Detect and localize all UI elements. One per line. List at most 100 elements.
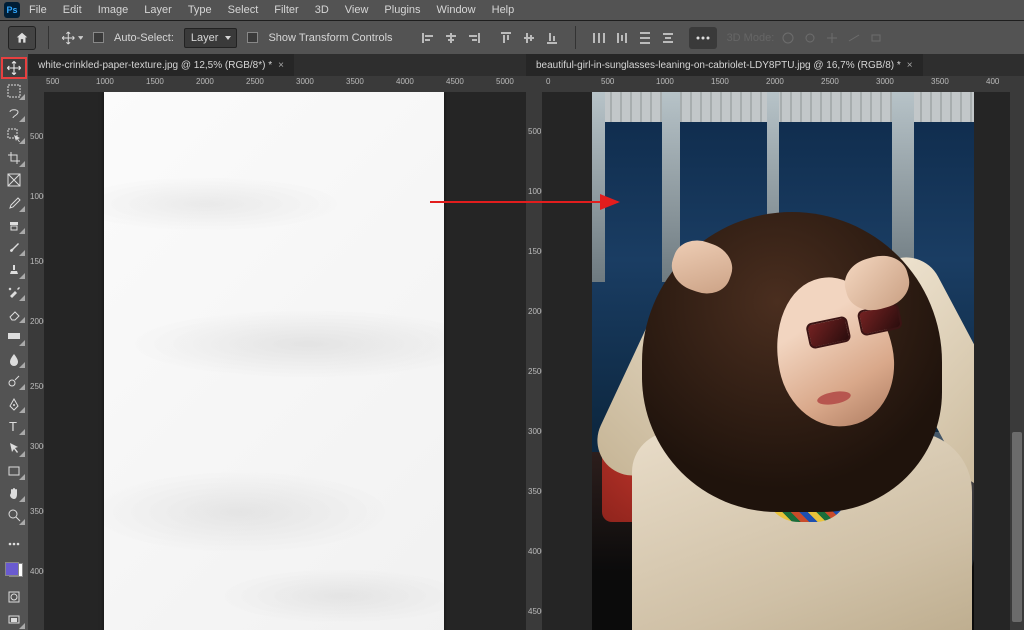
home-button[interactable] (8, 26, 36, 50)
canvas-right[interactable] (542, 92, 1010, 630)
menu-plugins[interactable]: Plugins (377, 2, 427, 18)
portrait-photo-image (592, 92, 974, 630)
auto-select-label: Auto-Select: (114, 32, 174, 44)
ruler-vertical-right[interactable]: 500 1000 1500 2000 2500 3000 3500 4000 4… (526, 92, 542, 630)
3d-slide-icon[interactable] (846, 30, 862, 46)
auto-select-target-select[interactable]: Layer (184, 28, 238, 48)
blur-tool[interactable] (2, 349, 26, 369)
ruler-horizontal-left[interactable]: 500 1000 1500 2000 2500 3000 3500 4000 4… (28, 76, 526, 92)
menu-layer[interactable]: Layer (137, 2, 179, 18)
spot-healing-brush-tool[interactable] (2, 215, 26, 235)
clone-stamp-tool[interactable] (2, 259, 26, 279)
3d-pan-icon[interactable] (824, 30, 840, 46)
align-horizontal-centers-icon[interactable] (440, 27, 462, 49)
dodge-tool[interactable] (2, 371, 26, 391)
horizontal-type-tool[interactable]: T (2, 416, 26, 436)
menu-filter[interactable]: Filter (267, 2, 305, 18)
ruler-vertical-left[interactable]: 500 1000 1500 2000 2500 3000 3500 4000 (28, 92, 44, 630)
close-tab-icon[interactable]: × (907, 60, 913, 71)
more-options-button[interactable] (689, 27, 717, 49)
hand-tool[interactable] (2, 483, 26, 503)
eraser-tool[interactable] (2, 304, 26, 324)
history-brush-tool[interactable] (2, 282, 26, 302)
align-bottom-edges-icon[interactable] (541, 27, 563, 49)
ruler-tick: 3000 (296, 77, 314, 86)
3d-roll-icon[interactable] (802, 30, 818, 46)
menu-image[interactable]: Image (91, 2, 136, 18)
3d-orbit-icon[interactable] (780, 30, 796, 46)
ruler-tick: 1500 (711, 77, 729, 86)
options-bar: Auto-Select: Layer Show Transform Contro… (0, 20, 1024, 54)
menu-select[interactable]: Select (221, 2, 266, 18)
ruler-tick: 2500 (821, 77, 839, 86)
distribute-vertical-centers-icon[interactable] (657, 27, 679, 49)
eyedropper-tool[interactable] (2, 192, 26, 212)
paper-texture-image (104, 92, 444, 630)
align-left-edges-icon[interactable] (417, 27, 439, 49)
menu-type[interactable]: Type (181, 2, 219, 18)
document-tab-left-title: white-crinkled-paper-texture.jpg @ 12,5%… (38, 60, 272, 71)
close-tab-icon[interactable]: × (278, 60, 284, 71)
auto-select-target-value: Layer (191, 32, 219, 44)
ruler-tick: 3500 (931, 77, 949, 86)
ruler-tick: 3000 (876, 77, 894, 86)
pen-tool[interactable] (2, 393, 26, 413)
align-top-edges-icon[interactable] (495, 27, 517, 49)
align-vertical-centers-icon[interactable] (518, 27, 540, 49)
distribute-horizontal-centers-icon[interactable] (611, 27, 633, 49)
ruler-tick: 1500 (146, 77, 164, 86)
align-right-edges-icon[interactable] (463, 27, 485, 49)
3d-zoom-icon[interactable] (868, 30, 884, 46)
quick-mask-toggle[interactable] (2, 587, 26, 607)
path-selection-tool[interactable] (2, 438, 26, 458)
menu-window[interactable]: Window (430, 2, 483, 18)
ruler-horizontal-right[interactable]: 0 500 1000 1500 2000 2500 3000 3500 400 (526, 76, 1024, 92)
document-tab-right[interactable]: beautiful-girl-in-sunglasses-leaning-on-… (526, 54, 923, 76)
document-tab-left[interactable]: white-crinkled-paper-texture.jpg @ 12,5%… (28, 54, 294, 76)
menu-view[interactable]: View (338, 2, 376, 18)
frame-tool[interactable] (2, 170, 26, 190)
ruler-tick: 1000 (656, 77, 674, 86)
document-tabbar-right: beautiful-girl-in-sunglasses-leaning-on-… (526, 54, 1024, 76)
scrollbar-vertical-right[interactable] (1010, 92, 1024, 630)
distribute-vertical-icon[interactable] (634, 27, 656, 49)
document-tab-right-title: beautiful-girl-in-sunglasses-leaning-on-… (536, 60, 901, 71)
rectangular-marquee-tool[interactable] (2, 80, 26, 100)
gradient-tool[interactable] (2, 326, 26, 346)
document-tabbar-left: white-crinkled-paper-texture.jpg @ 12,5%… (28, 54, 526, 76)
foreground-color-swatch[interactable] (5, 562, 19, 576)
ruler-tick: 500 (30, 132, 43, 141)
menu-edit[interactable]: Edit (56, 2, 89, 18)
edit-toolbar-button[interactable] (2, 534, 26, 554)
scrollbar-thumb[interactable] (1012, 432, 1022, 622)
ruler-tick: 2000 (196, 77, 214, 86)
foreground-background-color[interactable] (5, 562, 23, 577)
crop-tool[interactable] (2, 147, 26, 167)
toolbar: T (0, 54, 28, 630)
distribute-horizontal-icon[interactable] (588, 27, 610, 49)
menu-file[interactable]: File (22, 2, 54, 18)
ruler-tick: 500 (528, 127, 541, 136)
move-tool[interactable] (2, 58, 26, 78)
screen-mode-toggle[interactable] (2, 610, 26, 630)
ruler-tick: 2500 (246, 77, 264, 86)
auto-select-checkbox[interactable] (93, 32, 104, 43)
ruler-tick: 4000 (396, 77, 414, 86)
show-transform-checkbox[interactable] (247, 32, 258, 43)
align-group-2 (495, 27, 563, 49)
menu-3d[interactable]: 3D (308, 2, 336, 18)
home-icon (15, 31, 29, 45)
separator (575, 26, 576, 49)
move-icon (61, 30, 76, 46)
menu-help[interactable]: Help (485, 2, 522, 18)
ruler-tick: 0 (546, 77, 550, 86)
canvas-left[interactable] (44, 92, 526, 630)
move-tool-preset[interactable] (61, 27, 83, 49)
align-group-1 (417, 27, 485, 49)
zoom-tool[interactable] (2, 505, 26, 525)
brush-tool[interactable] (2, 237, 26, 257)
rectangle-tool[interactable] (2, 460, 26, 480)
app-logo-icon[interactable]: Ps (4, 2, 20, 18)
lasso-tool[interactable] (2, 103, 26, 123)
object-selection-tool[interactable] (2, 125, 26, 145)
